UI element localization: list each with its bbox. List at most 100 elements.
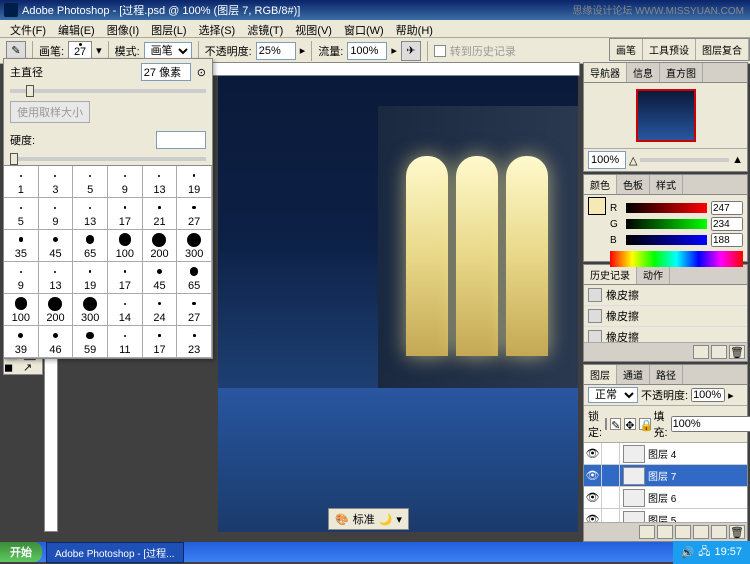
layer-thumb[interactable] [623,511,645,523]
link-cell[interactable] [602,509,620,523]
layers-list[interactable]: 👁图层 4👁图层 7👁图层 6👁图层 5👁图层 1 副本 [584,443,747,522]
menu-file[interactable]: 文件(F) [4,20,52,37]
history-item[interactable]: 橡皮擦 [584,285,747,306]
flow-input[interactable] [347,42,387,60]
b-slider[interactable] [626,235,707,245]
tab-color[interactable]: 颜色 [584,175,617,194]
brush-cell[interactable]: 39 [4,326,39,358]
brush-cell[interactable]: 14 [108,294,143,326]
brush-cell[interactable]: 59 [73,326,108,358]
tray-icon[interactable]: 🔊 [681,546,695,559]
tab-swatches[interactable]: 色板 [617,175,650,194]
menu-select[interactable]: 选择(S) [193,20,242,37]
blend-mode-select[interactable]: 正常 [588,387,638,403]
layer-opacity-input[interactable] [691,388,725,402]
brush-cell[interactable]: 65 [177,262,212,294]
delete-layer-icon[interactable]: 🗑 [729,525,745,539]
visibility-icon[interactable]: 👁 [584,487,602,509]
g-slider[interactable] [626,219,707,229]
jump-to[interactable]: ↗ [23,361,42,374]
system-tray[interactable]: 🔊 🖧 19:57 [673,541,750,564]
tray-icon2[interactable]: 🖧 [698,543,710,562]
tab-info[interactable]: 信息 [627,63,660,82]
brush-cell[interactable]: 19 [73,262,108,294]
brush-cell[interactable]: 19 [177,166,212,198]
layer-thumb[interactable] [623,445,645,463]
history-list[interactable]: 橡皮擦橡皮擦橡皮擦橡皮擦 [584,285,747,342]
well-presets[interactable]: 工具预设 [643,39,696,60]
layer-thumb[interactable] [623,467,645,485]
layer-thumb[interactable] [623,489,645,507]
visibility-icon[interactable]: 👁 [584,509,602,523]
brush-cell[interactable]: 65 [73,230,108,262]
document-canvas[interactable] [218,76,578,532]
opacity-arrow-icon[interactable]: ▸ [728,389,734,402]
menu-help[interactable]: 帮助(H) [390,20,439,37]
new-snapshot-icon[interactable] [693,345,709,359]
menubar[interactable]: 文件(F) 编辑(E) 图像(I) 图层(L) 选择(S) 滤镜(T) 视图(V… [0,20,750,38]
menu-view[interactable]: 视图(V) [289,20,338,37]
history-item[interactable]: 橡皮擦 [584,306,747,327]
layer-row[interactable]: 👁图层 6 [584,487,747,509]
g-input[interactable] [711,217,743,231]
taskbar-app[interactable]: Adobe Photoshop - [过程... [46,542,184,563]
link-cell[interactable] [602,487,620,509]
brush-cell[interactable]: 9 [39,198,74,230]
brush-cell[interactable]: 46 [39,326,74,358]
folder-icon[interactable] [693,525,709,539]
brush-cell[interactable]: 200 [143,230,178,262]
lock-paint-icon[interactable]: ✎ [610,418,621,430]
flow-dropdown-icon[interactable]: ▸ [391,44,397,57]
brush-cell[interactable]: 21 [143,198,178,230]
menu-window[interactable]: 窗口(W) [338,20,390,37]
hardness-input[interactable] [156,131,206,149]
layer-row[interactable]: 👁图层 7 [584,465,747,487]
brush-cell[interactable]: 100 [4,294,39,326]
hardness-slider[interactable] [10,157,206,161]
zoom-out-icon[interactable]: △ [629,154,637,167]
link-cell[interactable] [602,443,620,465]
diameter-slider[interactable] [10,89,206,93]
screen-full2[interactable]: ◼ [4,361,23,374]
status-dropdown-icon[interactable]: ▾ [396,513,402,526]
layer-row[interactable]: 👁图层 4 [584,443,747,465]
new-layer-icon[interactable] [711,525,727,539]
brush-cell[interactable]: 45 [39,230,74,262]
brush-cell[interactable]: 5 [73,166,108,198]
brush-cell[interactable]: 11 [108,326,143,358]
b-input[interactable] [711,233,743,247]
layer-row[interactable]: 👁图层 5 [584,509,747,522]
brush-cell[interactable]: 17 [143,326,178,358]
mode-select[interactable]: 画笔 [144,42,192,60]
color-preview[interactable] [588,197,606,215]
menu-image[interactable]: 图像(I) [101,20,145,37]
tab-styles[interactable]: 样式 [650,175,683,194]
brush-cell[interactable]: 100 [108,230,143,262]
lock-move-icon[interactable]: ✥ [624,418,635,430]
r-slider[interactable] [626,203,707,213]
zoom-input[interactable] [588,151,626,169]
menu-layer[interactable]: 图层(L) [145,20,192,37]
tab-layers[interactable]: 图层 [584,365,617,384]
tab-navigator[interactable]: 导航器 [584,63,627,82]
start-button[interactable]: 开始 [0,542,42,562]
well-brush[interactable]: 画笔 [610,39,643,60]
brush-cell[interactable]: 300 [73,294,108,326]
lock-all-icon[interactable]: 🔒 [639,418,651,430]
new-doc-icon[interactable] [711,345,727,359]
visibility-icon[interactable]: 👁 [584,443,602,465]
link-cell[interactable] [602,465,620,487]
tab-histogram[interactable]: 直方图 [660,63,703,82]
trash-icon[interactable]: 🗑 [729,345,745,359]
brush-cell[interactable]: 45 [143,262,178,294]
fx-icon[interactable] [639,525,655,539]
adjust-icon[interactable] [675,525,691,539]
brush-cell[interactable]: 9 [4,262,39,294]
brush-cell[interactable]: 17 [108,262,143,294]
r-input[interactable] [711,201,743,215]
brush-cell[interactable]: 5 [4,198,39,230]
brush-cell[interactable]: 13 [143,166,178,198]
brush-cell[interactable]: 23 [177,326,212,358]
brush-cell[interactable]: 17 [108,198,143,230]
color-spectrum[interactable] [610,251,743,267]
